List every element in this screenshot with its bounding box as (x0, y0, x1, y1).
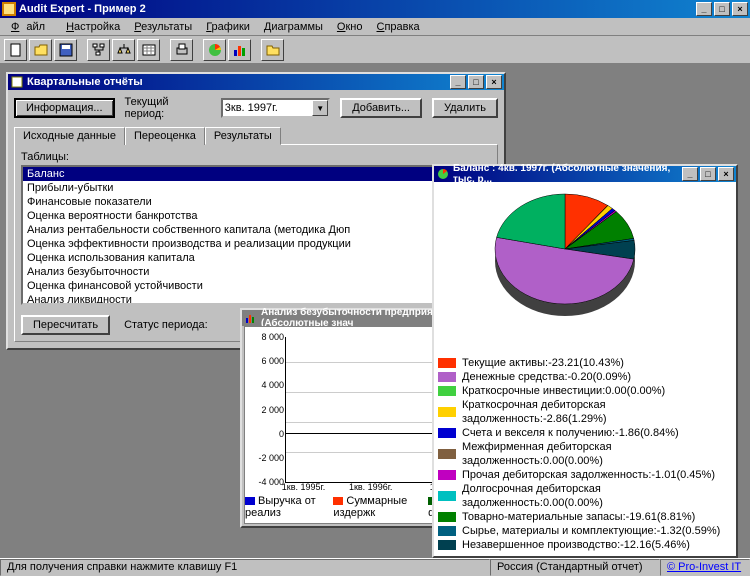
tool-pie-icon[interactable] (203, 39, 226, 61)
menubar: Файл Настройка Результаты Графики Диагра… (0, 18, 750, 36)
tab-results[interactable]: Результаты (205, 127, 281, 145)
add-button[interactable]: Добавить... (340, 98, 422, 118)
menu-charts[interactable]: Графики (199, 19, 257, 35)
recalc-button[interactable]: Пересчитать (21, 315, 110, 335)
list-item[interactable]: Анализ рентабельности собственного капит… (23, 223, 437, 237)
tool-folder-icon[interactable] (261, 39, 284, 61)
tool-scale-icon[interactable] (112, 39, 135, 61)
pie-close[interactable]: × (718, 167, 734, 181)
tool-open-icon[interactable] (29, 39, 52, 61)
delete-button[interactable]: Удалить (432, 98, 498, 118)
period-value: 3кв. 1997г. (225, 102, 278, 114)
pie-chart (434, 182, 736, 352)
legend-item: Прочая дебиторская задолженность:-1.01(0… (438, 468, 732, 482)
pie-icon (436, 167, 450, 181)
list-item[interactable]: Анализ ликвидности (23, 293, 437, 305)
tab-source-data[interactable]: Исходные данные (14, 127, 125, 145)
mdi-area: Квартальные отчёты _ □ × Информация... Т… (0, 64, 750, 558)
list-item[interactable]: Оценка использования капитала (23, 251, 437, 265)
tool-save-icon[interactable] (54, 39, 77, 61)
statusbar: Для получения справки нажмите клавишу F1… (0, 558, 750, 576)
pie-maximize[interactable]: □ (700, 167, 716, 181)
app-icon (2, 2, 16, 16)
info-button[interactable]: Информация... (14, 98, 115, 118)
legend-item: Краткосрочная дебиторская задолженность:… (438, 398, 732, 426)
reports-title: Квартальные отчёты (27, 76, 448, 88)
chevron-down-icon[interactable]: ▼ (312, 100, 328, 116)
legend-item: Межфирменная дебиторская задолженность:0… (438, 440, 732, 468)
list-item[interactable]: Анализ безубыточности (23, 265, 437, 279)
document-icon (10, 75, 24, 89)
maximize-button[interactable]: □ (714, 2, 730, 16)
tool-print-icon[interactable] (170, 39, 193, 61)
tool-bar-icon[interactable] (228, 39, 251, 61)
legend-item: Денежные средства:-0.20(0.09%) (438, 370, 732, 384)
list-item[interactable]: Прибыли-убытки (23, 181, 437, 195)
menu-settings[interactable]: Настройка (59, 19, 127, 35)
list-item[interactable]: Оценка вероятности банкротства (23, 209, 437, 223)
reports-titlebar[interactable]: Квартальные отчёты _ □ × (8, 74, 504, 90)
legend-item: Текущие активы:-23.21(10.43%) (438, 356, 732, 370)
status-period-label: Статус периода: (124, 319, 208, 331)
tool-table-icon[interactable] (137, 39, 160, 61)
legend-item: Долгосрочная дебиторская задолженность:0… (438, 482, 732, 510)
piechart-window: Баланс : 4кв. 1997г. (Абсолютные значени… (432, 164, 738, 558)
status-region: Россия (Стандартный отчет) (490, 559, 660, 576)
status-link[interactable]: © Pro-Invest IT (667, 561, 741, 573)
legend-item: Сырье, материалы и комплектующие:-1.32(0… (438, 524, 732, 538)
menu-diagrams[interactable]: Диаграммы (257, 19, 330, 35)
tool-new-icon[interactable] (4, 39, 27, 61)
menu-window[interactable]: Окно (330, 19, 370, 35)
list-item[interactable]: Финансовые показатели (23, 195, 437, 209)
period-combo[interactable]: 3кв. 1997г. ▼ (221, 98, 330, 118)
tables-label: Таблицы: (21, 151, 491, 163)
menu-help[interactable]: Справка (370, 19, 427, 35)
legend-item: Счета и векселя к получению:-1.86(0.84%) (438, 426, 732, 440)
period-label: Текущий период: (125, 96, 211, 120)
legend-item: Краткосрочные инвестиции:0.00(0.00%) (438, 384, 732, 398)
list-item[interactable]: Оценка финансовой устойчивости (23, 279, 437, 293)
tables-listbox[interactable]: БалансПрибыли-убыткиФинансовые показател… (21, 165, 439, 305)
reports-close[interactable]: × (486, 75, 502, 89)
minimize-button[interactable]: _ (696, 2, 712, 16)
toolbar (0, 36, 750, 64)
menu-file[interactable]: Файл (4, 19, 59, 35)
pie-legend: Текущие активы:-23.21(10.43%)Денежные ср… (434, 352, 736, 556)
tool-tree-icon[interactable] (87, 39, 110, 61)
status-help: Для получения справки нажмите клавишу F1 (0, 559, 490, 576)
reports-minimize[interactable]: _ (450, 75, 466, 89)
list-item[interactable]: Оценка эффективности производства и реал… (23, 237, 437, 251)
legend-item: Незавершенное производство:-12.16(5.46%) (438, 538, 732, 552)
app-title: Audit Expert - Пример 2 (19, 3, 694, 15)
close-button[interactable]: × (732, 2, 748, 16)
menu-results[interactable]: Результаты (127, 19, 199, 35)
tab-revaluation[interactable]: Переоценка (125, 127, 205, 145)
bar-icon (244, 311, 258, 325)
list-item[interactable]: Баланс (23, 167, 437, 181)
legend-item: Товарно-материальные запасы:-19.61(8.81%… (438, 510, 732, 524)
app-titlebar: Audit Expert - Пример 2 _ □ × (0, 0, 750, 18)
reports-maximize[interactable]: □ (468, 75, 484, 89)
